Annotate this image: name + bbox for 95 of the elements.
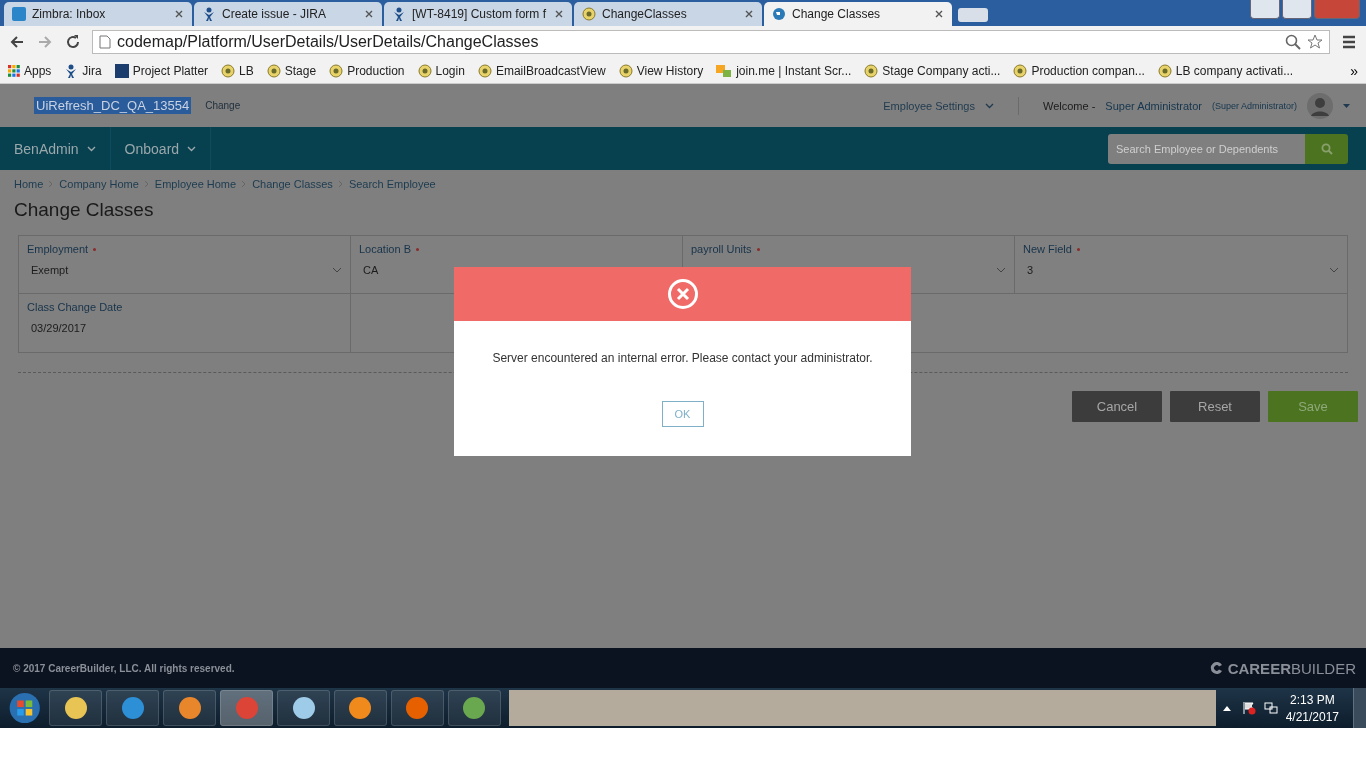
star-icon[interactable] (1307, 34, 1323, 50)
close-icon[interactable] (364, 9, 374, 19)
bookmark[interactable]: EmailBroadcastView (477, 63, 606, 78)
minimize-button[interactable] (1250, 0, 1280, 19)
figure-icon (202, 7, 216, 21)
action-button[interactable]: Reset (1170, 391, 1260, 422)
browser-tab[interactable]: Change Classes (764, 2, 952, 26)
bookmark[interactable]: Stage Company acti... (864, 63, 1001, 78)
bookmark[interactable]: Production (329, 63, 405, 78)
figure-icon (392, 7, 406, 21)
bookmark[interactable]: Login (417, 63, 465, 78)
close-icon[interactable] (934, 9, 944, 19)
dropdown[interactable]: 3 (1023, 263, 1339, 277)
page-title: Change Classes (14, 199, 154, 221)
nav-menu[interactable]: Onboard (110, 127, 212, 170)
bookmark[interactable]: Jira (64, 63, 102, 78)
company-name: UiRefresh_DC_QA_13554 (34, 97, 192, 114)
site-icon (1157, 63, 1172, 78)
squares-icon (716, 63, 733, 78)
bookmark[interactable]: join.me | Instant Scr... (716, 63, 852, 78)
error-icon (666, 278, 699, 310)
user-name: Super Administrator (1105, 99, 1202, 112)
chevron-down-icon (86, 145, 96, 152)
taskbar-app[interactable] (277, 690, 330, 726)
user-role: (Super Administrator) (1211, 100, 1297, 111)
change-link[interactable]: Change (205, 100, 241, 111)
dropdown[interactable]: Exempt (27, 263, 342, 277)
chevron-down-icon (332, 267, 342, 273)
chevron-right-icon (142, 180, 151, 188)
browser-tab[interactable]: Create issue - JIRA (194, 2, 382, 26)
flag-icon[interactable] (1241, 701, 1256, 715)
reload-icon[interactable] (64, 33, 82, 51)
logo-icon (1209, 661, 1224, 675)
date-field[interactable]: 03/29/2017 (27, 321, 342, 335)
close-icon[interactable] (174, 9, 184, 19)
chevron-down-icon (187, 145, 197, 152)
browser-tab[interactable]: ChangeClasses (574, 2, 762, 26)
taskbar-app[interactable] (163, 690, 217, 726)
site-icon (1013, 63, 1028, 78)
copyright-text: © 2017 CareerBuilder, LLC. All rights reserved. (13, 662, 235, 674)
bookmark[interactable]: Apps (8, 63, 52, 78)
site-icon (266, 63, 281, 78)
site-icon (582, 7, 596, 21)
chevron-down-icon[interactable] (985, 102, 994, 109)
maximize-button[interactable] (1282, 0, 1312, 19)
bookmark[interactable]: LB company activati... (1157, 63, 1294, 78)
site-icon (864, 63, 879, 78)
menu-icon[interactable] (1340, 33, 1358, 51)
bookmark[interactable]: LB (221, 63, 254, 78)
browser-tab[interactable]: Zimbra: Inbox (4, 2, 192, 26)
taskbar-app[interactable] (334, 690, 387, 726)
site-icon (221, 63, 236, 78)
more-bookmarks[interactable]: » (1350, 62, 1358, 79)
close-icon[interactable] (744, 9, 754, 19)
taskbar-app[interactable] (106, 690, 160, 726)
field-label: Class Change Date (27, 301, 123, 313)
field-label: New Field (1023, 243, 1072, 255)
error-message: Server encountered an internal error. Please contact your administrator. (492, 351, 873, 365)
url-text: codemap/Platform/UserDetails/UserDetails/ChangeClasses (117, 33, 539, 51)
globe-icon (772, 7, 786, 21)
field-label: Employment (27, 243, 89, 255)
search-field[interactable]: Search Employee or Dependents (1108, 133, 1305, 164)
chevron-right-icon (336, 180, 345, 188)
apps-grid-icon (8, 64, 20, 77)
address-bar[interactable]: codemap/Platform/UserDetails/UserDetails/ChangeClasses (92, 30, 1330, 54)
bookmark[interactable]: View History (618, 63, 704, 78)
taskbar-app[interactable] (390, 690, 444, 726)
chevron-down-icon (996, 267, 1006, 273)
close-icon[interactable] (554, 9, 564, 19)
bookmark[interactable]: Production compan... (1013, 63, 1145, 78)
site-icon (618, 63, 633, 78)
action-button[interactable]: Cancel (1072, 391, 1162, 422)
taskbar-app[interactable] (49, 690, 103, 726)
site-icon (477, 63, 492, 78)
site-icon (329, 63, 344, 78)
chevron-down-icon (1329, 267, 1339, 273)
caret-icon[interactable] (1343, 103, 1350, 108)
page-icon (99, 35, 111, 49)
browser-tab[interactable]: [WT-8419] Custom form f (384, 2, 572, 26)
bookmark[interactable]: Project Platter (114, 63, 209, 78)
field-label: Location B (359, 243, 411, 255)
network-icon[interactable] (1263, 701, 1278, 715)
clock[interactable]: 2:13 PM 4/21/2017 (1285, 692, 1340, 724)
site-icon (417, 63, 432, 78)
logo-text: CAREERBUILDER (1227, 659, 1356, 677)
taskbar-app[interactable] (447, 690, 501, 726)
zoom-icon[interactable] (1285, 34, 1301, 50)
welcome-label: Welcome - (1043, 99, 1096, 112)
field-label: payroll Units (691, 243, 752, 255)
search-button[interactable] (1305, 133, 1348, 164)
figure-icon (64, 63, 79, 78)
search-icon (1320, 142, 1333, 155)
nav-menu[interactable]: BenAdmin (0, 127, 111, 170)
avatar-icon[interactable] (1307, 92, 1333, 119)
bookmark[interactable]: Stage (266, 63, 317, 78)
